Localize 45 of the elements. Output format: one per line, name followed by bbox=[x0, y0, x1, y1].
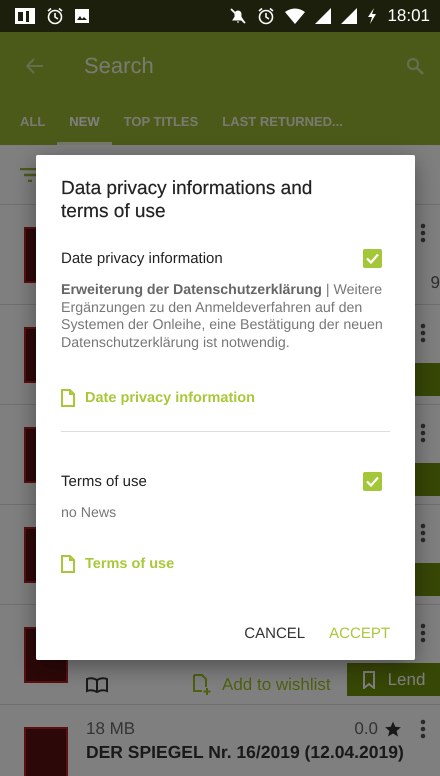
more-menu-icon[interactable] bbox=[420, 423, 426, 443]
wifi-icon bbox=[285, 8, 306, 24]
clock-time: 18:01 bbox=[387, 6, 430, 26]
cancel-button[interactable]: CANCEL bbox=[244, 624, 306, 642]
more-menu-icon[interactable] bbox=[420, 623, 426, 643]
tab[interactable]: ALL bbox=[8, 100, 58, 145]
file-size: 18 MB bbox=[86, 719, 136, 739]
charging-icon bbox=[367, 8, 378, 24]
section-description: Erweiterung der Datenschutzerklärung | Weitere Ergänzungen zu den Anmeldeverfahren auf den Systemen der Onleihe, eine Bestätigung der neuen Datenschutzerklärung ist notwendig. bbox=[61, 282, 384, 352]
book-title: DER SPIEGEL Nr. 16/2019 (12.04.2019) bbox=[86, 742, 405, 763]
document-link[interactable]: Terms of use bbox=[61, 554, 174, 572]
accept-button[interactable]: ACCEPT bbox=[329, 624, 390, 642]
alarm-icon bbox=[46, 7, 64, 25]
open-book-icon[interactable] bbox=[86, 677, 108, 693]
magazine-cover bbox=[24, 727, 68, 776]
tab[interactable]: LAST RETURNED... bbox=[210, 100, 355, 145]
alarm-icon bbox=[257, 7, 276, 25]
checkbox[interactable] bbox=[363, 249, 382, 268]
bookmark-icon bbox=[362, 670, 376, 688]
date-fragment: 9 bbox=[430, 273, 440, 293]
signal-icon bbox=[315, 8, 332, 24]
add-to-wishlist-button[interactable]: Add to wishlist bbox=[192, 674, 331, 696]
rating-value: 0.0 bbox=[354, 719, 378, 739]
signal-icon bbox=[341, 8, 358, 24]
section-description: no News bbox=[61, 505, 118, 522]
more-menu-icon[interactable] bbox=[420, 323, 426, 343]
search-title: Search bbox=[84, 53, 155, 79]
star-icon bbox=[384, 720, 402, 738]
tab[interactable]: NEW bbox=[57, 100, 112, 145]
dialog-title: Data privacy informations and terms of use bbox=[61, 177, 314, 223]
document-plus-icon bbox=[192, 674, 212, 696]
more-menu-icon[interactable] bbox=[420, 223, 426, 243]
tab[interactable]: TOP TITLES bbox=[112, 100, 210, 145]
section-label: Date privacy information bbox=[61, 250, 223, 267]
lend-button[interactable]: Lend bbox=[347, 663, 440, 696]
muted-bell-icon bbox=[229, 7, 248, 25]
document-link[interactable]: Date privacy information bbox=[61, 389, 256, 407]
document-icon bbox=[61, 389, 75, 407]
more-menu-icon[interactable] bbox=[420, 719, 426, 739]
document-icon bbox=[61, 554, 75, 572]
checkbox[interactable] bbox=[363, 472, 382, 491]
app-logo-icon bbox=[14, 7, 36, 25]
section-label: Terms of use bbox=[61, 473, 147, 490]
image-icon bbox=[74, 8, 90, 24]
more-menu-icon[interactable] bbox=[420, 523, 426, 543]
